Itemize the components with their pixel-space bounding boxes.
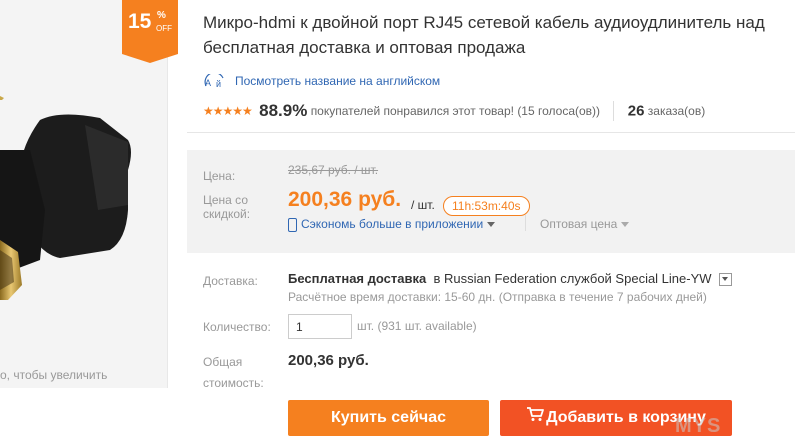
shipping-dropdown-icon[interactable] [719, 273, 733, 287]
rating-separator [613, 101, 615, 121]
chevron-down-icon [621, 222, 630, 228]
quantity-available: шт. (931 шт. available) [357, 319, 477, 333]
delivery-estimate: Расчётное время доставки: 15-60 дн. (Отп… [288, 290, 707, 304]
cart-icon [526, 400, 545, 436]
chevron-down-icon [487, 222, 496, 228]
header-divider [187, 132, 795, 133]
orders-count: 26 [627, 102, 645, 120]
orders-label: заказа(ов) [647, 104, 706, 118]
app-savings-dropdown[interactable]: Сэкономь больше в приложении [288, 217, 496, 232]
zoom-hint: о, чтобы увеличить [0, 368, 108, 382]
wholesale-price-text: Оптовая цена [540, 217, 618, 231]
app-savings-text: Сэкономь больше в приложении [301, 217, 484, 231]
shipping-to-prefix: в [433, 271, 441, 286]
shipping-info: Бесплатная доставка в Russian Federation… [288, 271, 733, 287]
translate-icon: A й [203, 72, 229, 90]
wholesale-price-dropdown[interactable]: Оптовая цена [540, 217, 630, 231]
buy-now-label: Купить сейчас [331, 409, 446, 426]
watermark: MYS [675, 415, 722, 437]
rating-stars-icon: ★★★★★ [203, 104, 253, 118]
discount-off: OFF [156, 24, 172, 33]
discount-percent: % [157, 10, 166, 21]
countdown-timer: 11h:53m:40s [443, 196, 530, 216]
price-label: Цена: [203, 169, 236, 183]
old-price: 235,67 руб. / шт. [288, 163, 379, 177]
discount-price-label: Цена со скидкой: [203, 193, 251, 221]
rating-row: ★★★★★ 88.9% покупателей понравился этот … [203, 101, 705, 125]
svg-text:A: A [205, 78, 211, 88]
price-separator [525, 215, 526, 231]
phone-icon [288, 217, 297, 232]
translate-link[interactable]: A й Посмотреть название на английском [203, 72, 441, 90]
per-unit-label: / шт. [411, 198, 435, 212]
discount-price: 200,36 руб. [288, 188, 402, 211]
discount-badge-tail [122, 54, 178, 63]
shipping-label: Доставка: [203, 274, 258, 288]
shipping-details: Russian Federation службой Special Line-… [443, 271, 712, 286]
translate-link-text: Посмотреть название на английском [235, 74, 441, 89]
free-shipping: Бесплатная доставка [288, 271, 427, 286]
buy-now-button[interactable]: Купить сейчас [288, 400, 489, 436]
total-price: 200,36 руб. [288, 352, 369, 369]
rating-percent: 88.9% [259, 101, 308, 120]
svg-text:й: й [216, 79, 221, 89]
total-label: Общая стоимость: [203, 355, 264, 390]
product-title: Микро-hdmi к двойной порт RJ45 сетевой к… [203, 13, 765, 57]
discount-badge: 15 % OFF [122, 0, 178, 54]
discount-number: 15 [128, 10, 152, 33]
rating-text[interactable]: покупателей понравился этот товар! (15 г… [311, 104, 600, 118]
quantity-label: Количество: [203, 320, 271, 334]
quantity-input[interactable] [288, 314, 352, 339]
